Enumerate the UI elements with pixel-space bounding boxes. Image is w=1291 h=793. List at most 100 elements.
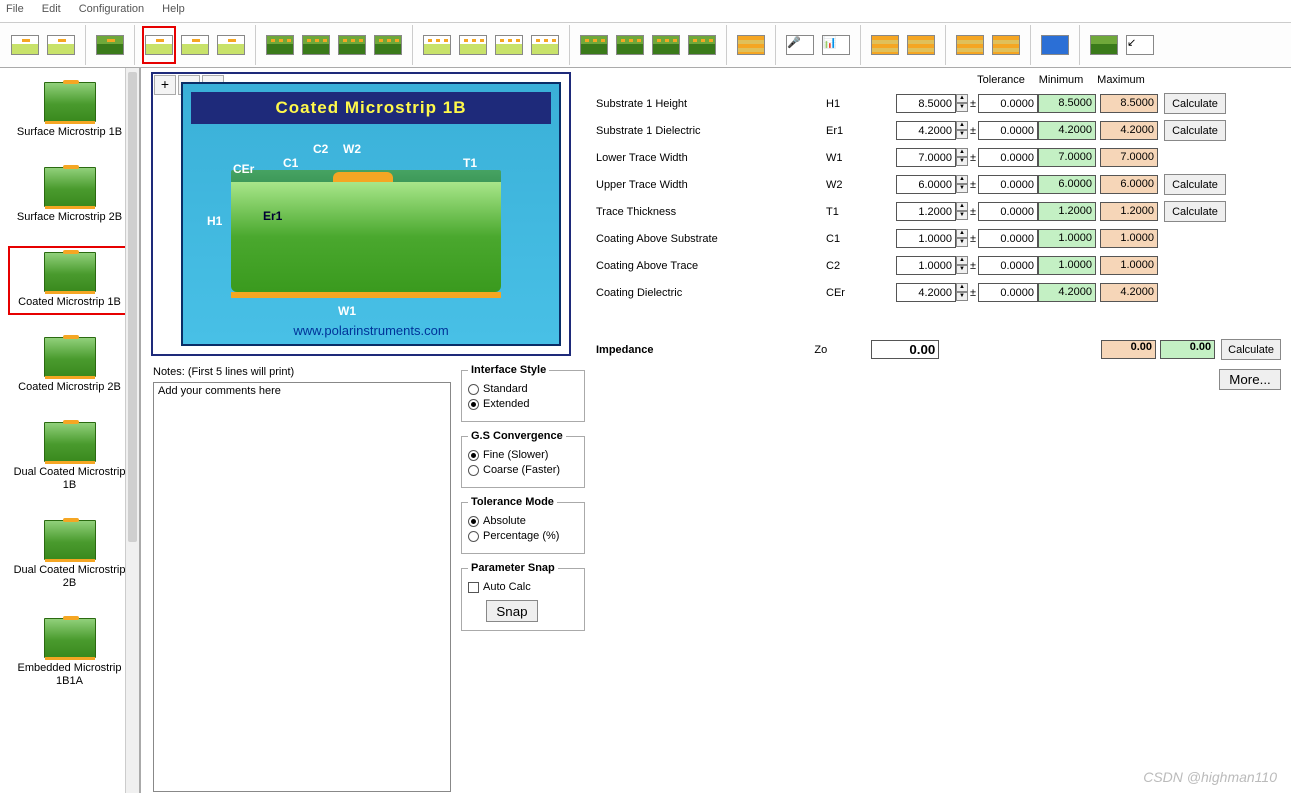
param-spinner[interactable]: ▲▼: [956, 121, 968, 140]
sidebar-item-label: Dual Coated Microstrip 1B: [12, 466, 127, 492]
tb-style-3[interactable]: [953, 26, 987, 64]
param-min: 8.5000: [1038, 94, 1096, 113]
tb-style-1[interactable]: [868, 26, 902, 64]
tb-strip-2[interactable]: [613, 26, 647, 64]
tb-last-1[interactable]: [1087, 26, 1121, 64]
preview-pane: + − ⌕ Coated Microstrip 1B H1 Er1 W1 W2 …: [151, 72, 571, 356]
radio-fine[interactable]: Fine (Slower): [468, 449, 578, 461]
zoom-in-button[interactable]: +: [154, 75, 176, 95]
param-spinner[interactable]: ▲▼: [956, 94, 968, 113]
plus-minus-label: ±: [968, 233, 978, 245]
check-auto-calc[interactable]: Auto Calc: [468, 581, 578, 593]
tb-mic-icon[interactable]: 🎤: [783, 26, 817, 64]
tb-strip-4[interactable]: [685, 26, 719, 64]
param-spinner[interactable]: ▲▼: [956, 175, 968, 194]
calculate-button[interactable]: Calculate: [1164, 93, 1226, 114]
tb-grid-icon[interactable]: [1038, 26, 1072, 64]
param-value-input[interactable]: [896, 148, 956, 167]
tb-surface-1b[interactable]: [8, 26, 42, 64]
toolbar: 🎤 📊 ↙: [0, 22, 1291, 68]
radio-standard[interactable]: Standard: [468, 383, 578, 395]
tb-surface-2b[interactable]: [44, 26, 78, 64]
param-value-input[interactable]: [896, 175, 956, 194]
tb-style-2[interactable]: [904, 26, 938, 64]
tb-embed-4[interactable]: [528, 26, 562, 64]
param-min: 4.2000: [1038, 121, 1096, 140]
tb-dual-1[interactable]: [263, 26, 297, 64]
radio-extended[interactable]: Extended: [468, 398, 578, 410]
param-symbol: C2: [826, 260, 886, 272]
tb-dual-3[interactable]: [335, 26, 369, 64]
sidebar-item-0[interactable]: Surface Microstrip 1B: [8, 76, 131, 145]
radio-coarse[interactable]: Coarse (Faster): [468, 464, 578, 476]
tb-coated-3[interactable]: [214, 26, 248, 64]
plus-minus-label: ±: [968, 206, 978, 218]
param-tolerance-input[interactable]: [978, 94, 1038, 113]
sidebar-scrollbar[interactable]: [125, 68, 139, 793]
param-value-input[interactable]: [896, 94, 956, 113]
tb-last-2[interactable]: ↙: [1123, 26, 1157, 64]
menu-help[interactable]: Help: [162, 3, 185, 19]
param-spinner[interactable]: ▲▼: [956, 148, 968, 167]
param-spinner[interactable]: ▲▼: [956, 229, 968, 248]
notes-textarea[interactable]: Add your comments here: [153, 382, 451, 792]
param-spinner[interactable]: ▲▼: [956, 256, 968, 275]
param-max: 4.2000: [1100, 283, 1158, 302]
tb-embed-3[interactable]: [492, 26, 526, 64]
tb-embed-2[interactable]: [456, 26, 490, 64]
radio-absolute[interactable]: Absolute: [468, 515, 578, 527]
watermark: CSDN @highman110: [1143, 769, 1277, 785]
tb-chart-icon[interactable]: 📊: [819, 26, 853, 64]
calculate-button[interactable]: Calculate: [1164, 120, 1226, 141]
param-max: 1.0000: [1100, 229, 1158, 248]
impedance-calculate-button[interactable]: Calculate: [1221, 339, 1281, 360]
tb-strip-3[interactable]: [649, 26, 683, 64]
tb-dual-4[interactable]: [371, 26, 405, 64]
param-value-input[interactable]: [896, 256, 956, 275]
param-tolerance-input[interactable]: [978, 283, 1038, 302]
sidebar-thumb-icon: [44, 82, 96, 122]
tb-3d-icon[interactable]: [734, 26, 768, 64]
menu-edit[interactable]: Edit: [42, 3, 61, 19]
sidebar-item-5[interactable]: Dual Coated Microstrip 2B: [8, 514, 131, 596]
param-value-input[interactable]: [896, 229, 956, 248]
param-tolerance-input[interactable]: [978, 175, 1038, 194]
tb-coated-small[interactable]: [93, 26, 127, 64]
sidebar-thumb-icon: [44, 252, 96, 292]
sidebar-item-4[interactable]: Dual Coated Microstrip 1B: [8, 416, 131, 498]
radio-percentage[interactable]: Percentage (%): [468, 530, 578, 542]
preview-title: Coated Microstrip 1B: [191, 92, 551, 124]
param-tolerance-input[interactable]: [978, 256, 1038, 275]
snap-button[interactable]: Snap: [486, 600, 538, 622]
param-row-W2: Upper Trace Width W2 ▲▼ ± 6.0000 6.0000 …: [596, 171, 1281, 198]
sidebar-item-6[interactable]: Embedded Microstrip 1B1A: [8, 612, 131, 694]
param-tolerance-input[interactable]: [978, 202, 1038, 221]
tb-dual-2[interactable]: [299, 26, 333, 64]
sidebar-item-3[interactable]: Coated Microstrip 2B: [8, 331, 131, 400]
tb-strip-1[interactable]: [577, 26, 611, 64]
calculate-button[interactable]: Calculate: [1164, 201, 1226, 222]
param-spinner[interactable]: ▲▼: [956, 202, 968, 221]
param-spinner[interactable]: ▲▼: [956, 283, 968, 302]
more-button[interactable]: More...: [1219, 369, 1281, 390]
tb-embed-1[interactable]: [420, 26, 454, 64]
tb-style-4[interactable]: [989, 26, 1023, 64]
menu-configuration[interactable]: Configuration: [79, 3, 144, 19]
plus-minus-label: ±: [968, 98, 978, 110]
tb-coated-1b[interactable]: [142, 26, 176, 64]
calculate-button[interactable]: Calculate: [1164, 174, 1226, 195]
menu-file[interactable]: File: [6, 3, 24, 19]
sidebar-item-2[interactable]: Coated Microstrip 1B: [8, 246, 131, 315]
tb-coated-2b[interactable]: [178, 26, 212, 64]
sidebar-item-1[interactable]: Surface Microstrip 2B: [8, 161, 131, 230]
sidebar-thumb-icon: [44, 167, 96, 207]
param-value-input[interactable]: [896, 202, 956, 221]
param-value-input[interactable]: [896, 283, 956, 302]
param-tolerance-input[interactable]: [978, 229, 1038, 248]
sidebar-item-label: Coated Microstrip 1B: [12, 296, 127, 309]
impedance-value-input[interactable]: [871, 340, 939, 359]
param-tolerance-input[interactable]: [978, 121, 1038, 140]
tolerance-mode-legend: Tolerance Mode: [468, 496, 557, 508]
param-tolerance-input[interactable]: [978, 148, 1038, 167]
param-value-input[interactable]: [896, 121, 956, 140]
